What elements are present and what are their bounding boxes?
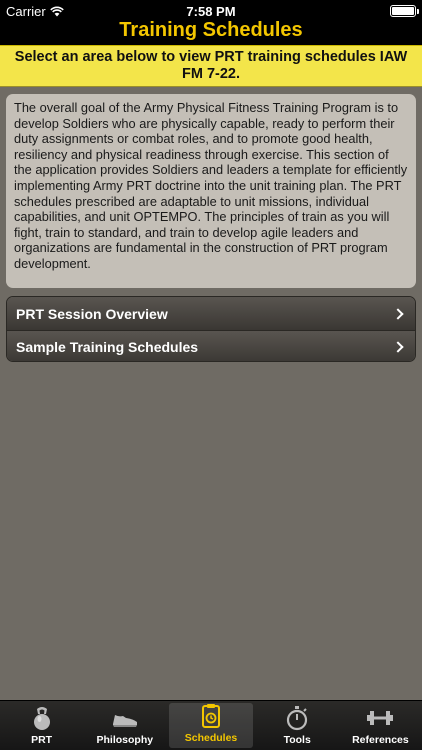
running-shoe-icon bbox=[112, 715, 137, 727]
menu-item-sample-training-schedules[interactable]: Sample Training Schedules bbox=[7, 330, 415, 361]
menu-item-label: PRT Session Overview bbox=[16, 305, 168, 322]
intro-card: The overall goal of the Army Physical Fi… bbox=[6, 94, 416, 288]
banner-text: Select an area below to view PRT trainin… bbox=[14, 49, 408, 82]
kettlebell-icon bbox=[33, 707, 50, 730]
tab-prt[interactable]: PRT bbox=[0, 701, 83, 750]
dumbbell-icon bbox=[367, 711, 394, 725]
instruction-banner: Select an area below to view PRT trainin… bbox=[0, 45, 422, 87]
page-title: Training Schedules bbox=[119, 19, 303, 41]
schedule-menu: PRT Session Overview Sample Training Sch… bbox=[6, 296, 416, 362]
tab-tools[interactable]: Tools bbox=[256, 701, 339, 750]
chevron-right-icon bbox=[392, 307, 404, 320]
chevron-right-icon bbox=[392, 341, 404, 353]
tab-label: PRT bbox=[31, 734, 53, 746]
clipboard-icon bbox=[202, 704, 220, 728]
top-bar: Carrier 7:58 PM Training Schedules bbox=[0, 0, 422, 45]
intro-text: The overall goal of the Army Physical Fi… bbox=[14, 100, 408, 271]
tab-philosophy[interactable]: Philosophy bbox=[83, 701, 166, 750]
tab-label: Philosophy bbox=[96, 734, 154, 746]
tab-label: Tools bbox=[283, 734, 311, 746]
tab-label: References bbox=[352, 734, 409, 746]
tab-schedules[interactable]: Schedules bbox=[169, 703, 253, 748]
status-time: 7:58 PM bbox=[186, 4, 236, 19]
menu-item-prt-session-overview[interactable]: PRT Session Overview bbox=[7, 297, 415, 330]
tab-label: Schedules bbox=[184, 732, 238, 744]
menu-item-label: Sample Training Schedules bbox=[16, 339, 199, 355]
stopwatch-icon bbox=[287, 706, 308, 731]
battery-icon bbox=[390, 5, 419, 17]
tab-bar: PRT Philosophy Schedules Tools Reference… bbox=[0, 700, 422, 750]
tab-references[interactable]: References bbox=[339, 701, 422, 750]
